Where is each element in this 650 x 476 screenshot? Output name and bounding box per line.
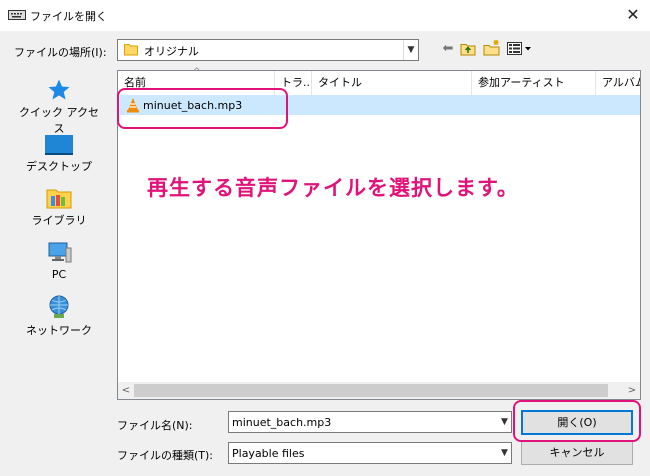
- place-network[interactable]: ネットワーク: [14, 294, 104, 338]
- scrollbar-thumb[interactable]: [134, 384, 608, 397]
- folder-icon: [124, 42, 138, 56]
- location-value: オリジナル: [144, 45, 199, 58]
- cancel-button[interactable]: キャンセル: [521, 441, 633, 465]
- place-label: クイック アクセス: [19, 106, 99, 135]
- library-icon: [46, 189, 72, 209]
- scroll-left-button[interactable]: <: [118, 382, 134, 399]
- keyboard-icon: [8, 9, 26, 21]
- pc-icon: [48, 242, 72, 263]
- filetype-dropdown-button[interactable]: ▼: [497, 443, 512, 463]
- place-label: PC: [51, 268, 67, 281]
- place-quick-access[interactable]: クイック アクセス: [14, 78, 104, 136]
- place-desktop[interactable]: デスクトップ: [14, 134, 104, 174]
- place-label: デスクトップ: [26, 160, 92, 173]
- close-button[interactable]: ✕: [620, 4, 646, 26]
- place-label: ネットワーク: [26, 324, 92, 337]
- column-header-title[interactable]: タイトル: [312, 71, 472, 95]
- desktop-icon: [45, 135, 73, 155]
- view-menu-icon[interactable]: [507, 41, 533, 57]
- sort-indicator-icon: ^: [193, 67, 201, 77]
- new-folder-icon[interactable]: [483, 39, 501, 57]
- location-dropdown-button[interactable]: ▼: [403, 40, 418, 60]
- open-highlight-box: [513, 400, 641, 442]
- window-title: ファイルを開く: [30, 10, 107, 23]
- star-icon: [48, 79, 70, 100]
- place-label: ライブラリ: [31, 214, 87, 227]
- back-arrow-icon[interactable]: ⬅: [440, 41, 456, 57]
- place-pc[interactable]: PC: [14, 240, 104, 281]
- scroll-right-button[interactable]: >: [624, 382, 640, 399]
- filename-value[interactable]: minuet_bach.mp3: [232, 416, 331, 429]
- location-label: ファイルの場所(I):: [14, 46, 107, 59]
- place-library[interactable]: ライブラリ: [14, 186, 104, 228]
- network-icon: [49, 295, 69, 318]
- annotation-text: 再生する音声ファイルを選択します。: [147, 176, 519, 200]
- filename-label: ファイル名(N):: [117, 419, 193, 432]
- filetype-value[interactable]: Playable files: [232, 447, 304, 460]
- filetype-label: ファイルの種類(T):: [117, 449, 214, 462]
- file-highlight-box: [117, 88, 288, 129]
- column-header-album[interactable]: アルバム: [596, 71, 640, 95]
- up-folder-icon[interactable]: [460, 41, 476, 57]
- column-header-artist[interactable]: 参加アーティスト: [472, 71, 596, 95]
- filename-dropdown-button[interactable]: ▼: [497, 412, 512, 432]
